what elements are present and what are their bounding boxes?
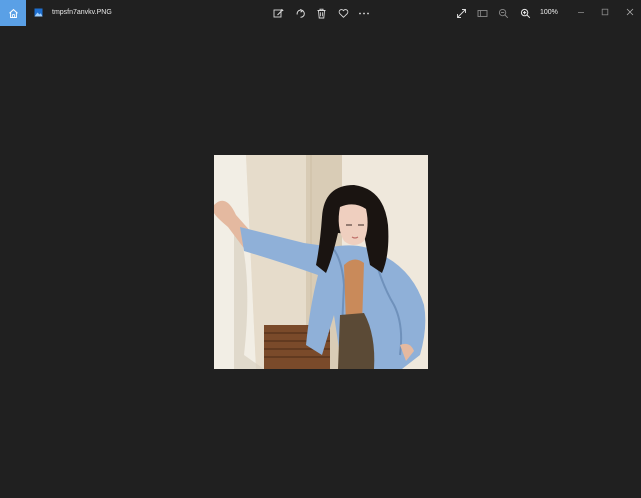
more-options-button[interactable] (357, 6, 371, 20)
zoom-out-icon (498, 8, 509, 19)
file-name: tmpsfn7anvkv.PNG (52, 9, 112, 16)
displayed-photo[interactable] (214, 155, 428, 369)
minimize-button[interactable] (570, 2, 592, 22)
maximize-button[interactable] (594, 2, 616, 22)
fullscreen-icon (456, 8, 467, 19)
close-icon (626, 8, 634, 16)
edit-button[interactable] (271, 6, 285, 20)
favorite-button[interactable] (336, 6, 350, 20)
maximize-icon (601, 8, 609, 16)
delete-button[interactable] (314, 6, 328, 20)
close-button[interactable] (619, 2, 641, 22)
more-icon (358, 8, 370, 19)
image-file-icon (34, 8, 43, 17)
favorite-icon (338, 8, 349, 19)
home-button[interactable] (0, 0, 26, 26)
zoom-out-button[interactable] (496, 6, 510, 20)
fullscreen-button[interactable] (454, 6, 468, 20)
edit-icon (273, 8, 284, 19)
filmstrip-button[interactable] (475, 6, 489, 20)
filmstrip-icon (477, 8, 488, 19)
rotate-icon (295, 8, 306, 19)
photos-app-window: tmpsfn7anvkv.PNG 100% (0, 0, 641, 498)
zoom-in-icon (520, 8, 531, 19)
minimize-icon (577, 8, 585, 16)
home-icon (8, 8, 19, 19)
rotate-button[interactable] (293, 6, 307, 20)
delete-icon (316, 8, 327, 19)
zoom-in-button[interactable] (518, 6, 532, 20)
zoom-level[interactable]: 100% (540, 8, 558, 18)
title-bar: tmpsfn7anvkv.PNG 100% (0, 0, 641, 26)
